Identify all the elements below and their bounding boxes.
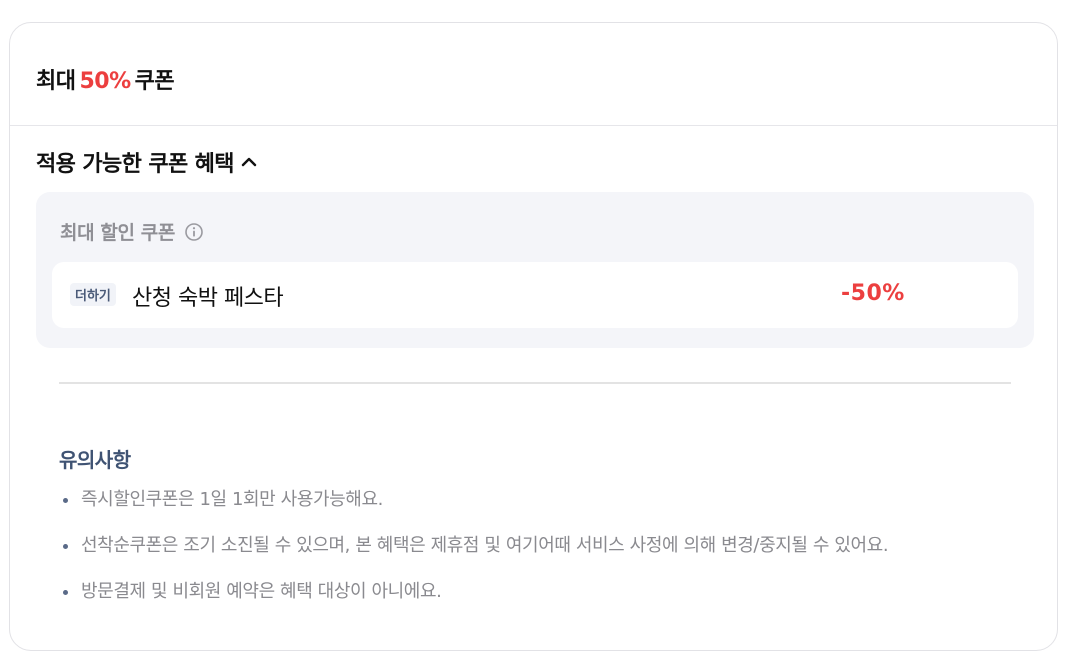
info-icon[interactable] [184,222,204,242]
card-title: 최대 50% 쿠폰 [36,63,175,95]
coupon-row: 더하기 산청 숙박 페스타 -50% [52,262,1018,328]
coupon-name: 산청 숙박 페스타 [132,286,284,311]
coupon-benefits-toggle[interactable]: 적용 가능한 쿠폰 혜택 [36,146,258,178]
notice-item: 즉시할인쿠폰은 1일 1회만 사용가능해요. [59,487,888,533]
card-header: 최대 50% 쿠폰 [10,23,1057,126]
coupon-tag: 더하기 [70,283,116,306]
box-header: 최대 할인 쿠폰 [60,218,204,245]
title-suffix: 쿠폰 [134,69,175,94]
coupon-discount: -50% [841,281,905,306]
notice-title: 유의사항 [59,448,131,472]
box-title: 최대 할인 쿠폰 [60,222,175,244]
notice-list: 즉시할인쿠폰은 1일 1회만 사용가능해요. 선착순쿠폰은 조기 소진될 수 있… [59,487,889,625]
chevron-up-icon [240,153,258,171]
section-label: 적용 가능한 쿠폰 혜택 [36,152,235,177]
notice-item: 방문결제 및 비회원 예약은 혜택 대상이 아니에요. [59,579,888,625]
title-percent: 50% [79,69,131,94]
divider [59,382,1011,384]
max-discount-coupon-box: 최대 할인 쿠폰 더하기 산청 숙박 페스타 -50% [36,192,1034,348]
notice-item: 선착순쿠폰은 조기 소진될 수 있으며, 본 혜택은 제휴점 및 여기어때 서비… [59,533,889,579]
coupon-card: 최대 50% 쿠폰 적용 가능한 쿠폰 혜택 최대 할인 쿠폰 더하기 산청 숙… [9,22,1058,651]
title-prefix: 최대 [36,69,76,94]
